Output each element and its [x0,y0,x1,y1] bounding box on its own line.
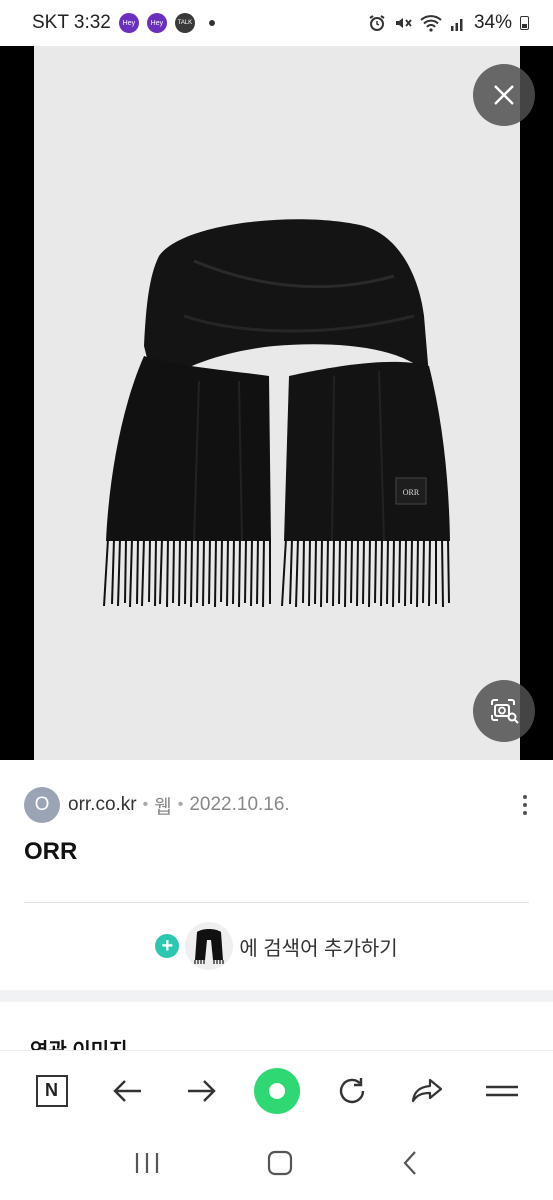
more-options-icon[interactable] [517,791,533,819]
carrier-time: SKT 3:32 [32,12,111,33]
image-thumbnail [185,922,234,970]
kakaotalk-icon: TALK [174,13,195,33]
forward-arrow-icon [187,1079,216,1102]
naver-home-icon: N [35,1074,68,1107]
back-arrow-icon [112,1079,141,1102]
scarf-image[interactable]: ORR [34,46,520,760]
source-type: 웹 [154,796,172,818]
share-icon [411,1078,442,1102]
wifi-icon [420,15,442,32]
scarf-patch-text: ORR [403,488,420,497]
refresh-icon [339,1077,364,1103]
image-search-button[interactable] [473,680,535,742]
share-button[interactable] [403,1067,451,1115]
naver-home-button[interactable]: N [28,1067,76,1115]
source-domain-link[interactable]: orr.co.kr [68,794,137,816]
status-right: 34% [368,12,529,34]
plus-icon: + [155,934,180,958]
browser-toolbar: N [0,1050,553,1130]
add-search-term-label: 에 검색어 추가하기 [239,937,398,960]
back-nav-button[interactable] [401,1150,419,1181]
signal-icon [450,19,463,31]
menu-icon [485,1085,518,1096]
mute-icon [395,18,412,28]
scarf-illustration: ORR [103,219,450,608]
app-notification-icon: Hey [118,13,139,33]
separator-dot: • [142,796,149,813]
battery-percent: 34% [473,12,512,33]
back-button[interactable] [103,1067,151,1115]
green-dot-icon [253,1067,300,1114]
refresh-button[interactable] [328,1067,376,1115]
separator-dot: • [177,796,184,813]
status-bar: SKT 3:32 Hey Hey TALK 34% [0,0,553,46]
system-navigation-bar [0,1130,553,1200]
divider [24,902,529,903]
add-search-term-button[interactable]: + 에 검색어 추가하기 [0,920,553,972]
green-dot-button[interactable] [253,1067,301,1115]
recent-apps-button[interactable] [134,1151,160,1180]
result-title[interactable]: ORR [24,838,77,866]
status-left: SKT 3:32 Hey Hey TALK [32,12,215,34]
related-images-section: 연관 이미지 [0,1002,553,1050]
result-info: O orr.co.kr • 웹 • 2022.10.16. ORR + 에 검색… [0,760,553,990]
home-button[interactable] [267,1150,293,1181]
battery-icon [520,16,529,30]
recent-apps-icon [135,1152,158,1173]
alarm-icon [369,15,385,31]
more-notifications-dot [208,20,215,26]
image-search-icon [491,699,519,724]
menu-button[interactable] [478,1067,526,1115]
back-icon [403,1150,416,1175]
close-button[interactable] [473,64,535,126]
app-notification-icon: Hey [146,13,167,33]
forward-button[interactable] [178,1067,226,1115]
home-icon [268,1150,293,1175]
source-date: 2022.10.16. [189,794,290,815]
section-separator [0,990,553,1002]
source-avatar[interactable]: O [24,787,60,823]
close-icon [494,85,514,105]
related-images-title: 연관 이미지 [30,1034,128,1050]
source-row: O orr.co.kr • 웹 • 2022.10.16. [24,787,533,823]
image-viewer: ORR [0,46,553,760]
